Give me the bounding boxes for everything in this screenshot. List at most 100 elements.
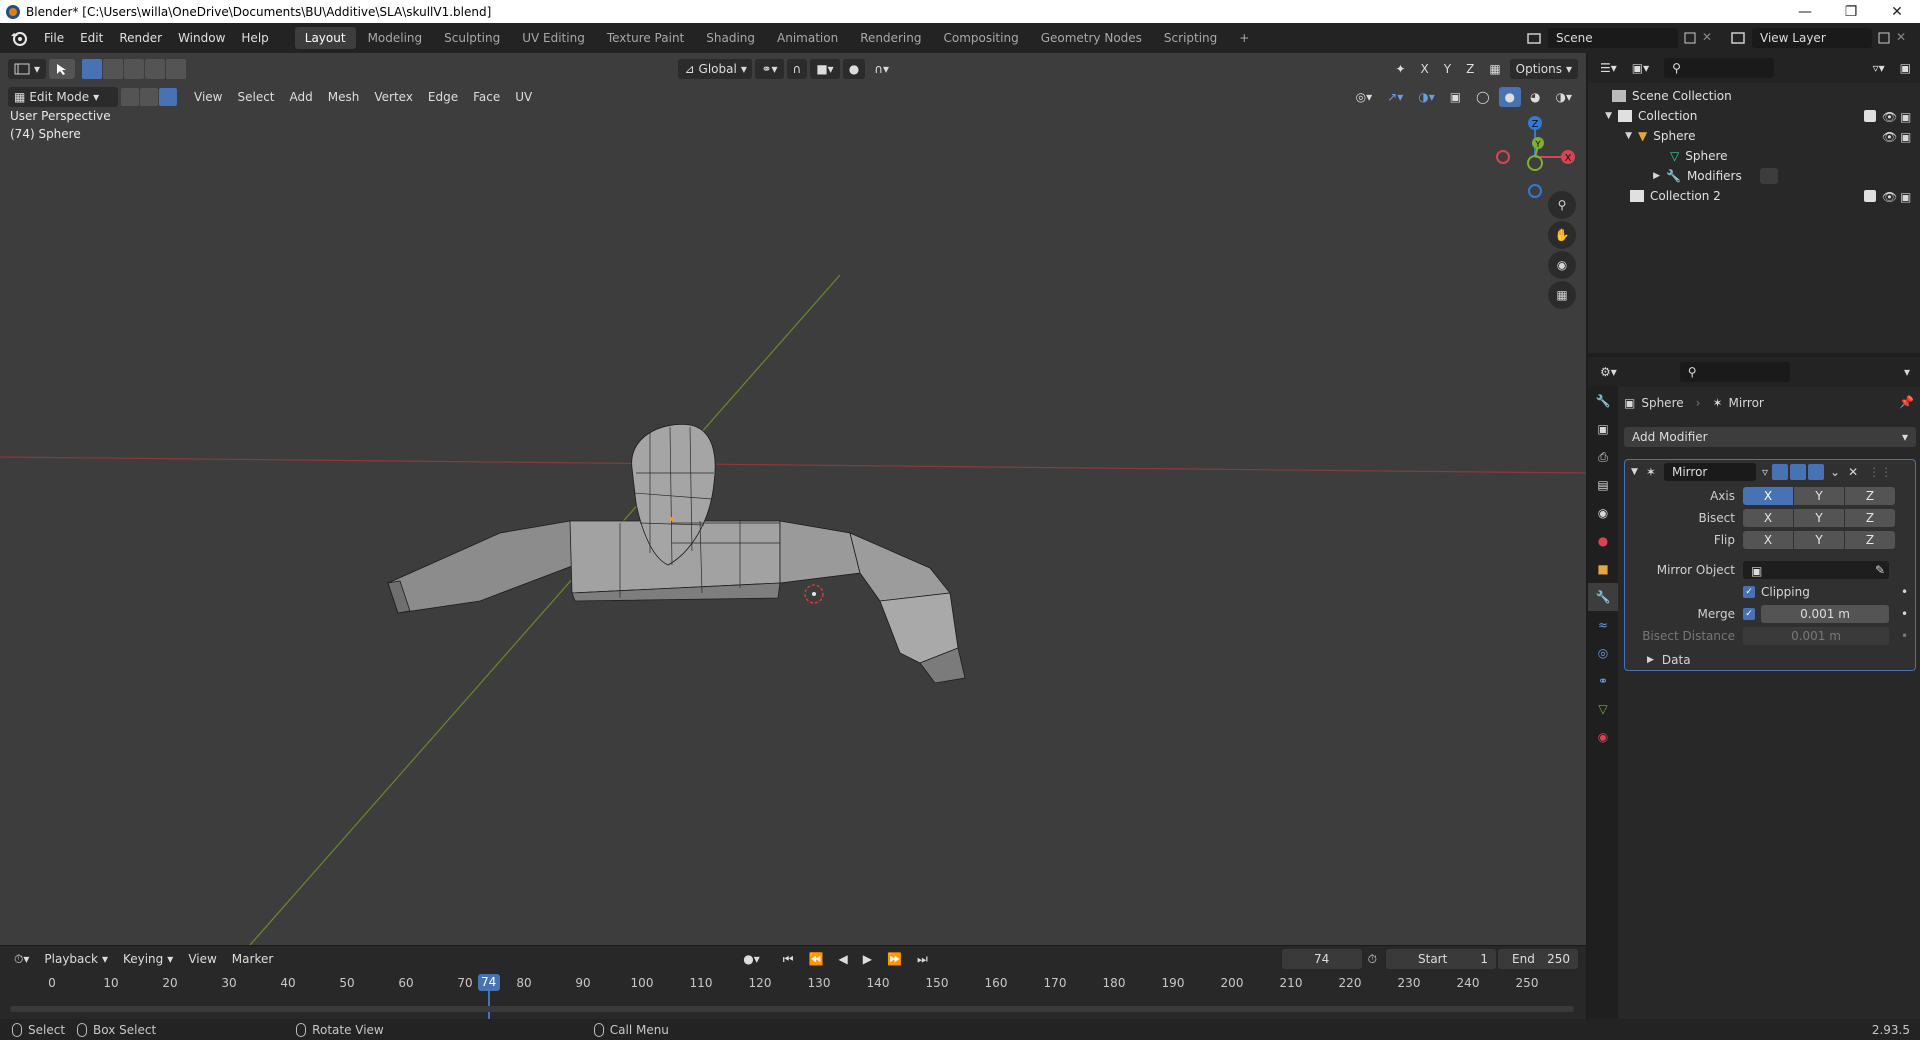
expand-modifiers-icon[interactable]: ▶ bbox=[1588, 171, 1660, 181]
timeline-editor-type-icon[interactable]: ⏱▾ bbox=[8, 949, 35, 969]
physics-tab-icon[interactable]: ◎ bbox=[1588, 639, 1618, 667]
merge-anim-dot[interactable]: • bbox=[1901, 607, 1908, 621]
menu-marker[interactable]: Marker bbox=[226, 949, 279, 969]
collection-2-include-checkbox[interactable] bbox=[1864, 190, 1876, 202]
restore-button[interactable]: ❐ bbox=[1828, 0, 1874, 23]
remove-view-layer-icon[interactable]: ✕ bbox=[1896, 30, 1912, 46]
data-tab-icon[interactable]: ▽ bbox=[1588, 695, 1618, 723]
frame-ruler[interactable]: 0 10 20 30 40 50 60 70 80 90 100 110 120 130 140 150 160… bbox=[0, 972, 1586, 1021]
menu-uv[interactable]: UV bbox=[509, 87, 538, 107]
modifier-tab-icon[interactable]: 🔧 bbox=[1588, 583, 1618, 611]
sphere-camera-icon[interactable]: ▣ bbox=[1900, 130, 1912, 144]
scene-selector[interactable]: Scene bbox=[1548, 28, 1678, 48]
scene-tab-icon[interactable]: ◉ bbox=[1588, 499, 1618, 527]
bisect-x-toggle[interactable]: X bbox=[1743, 509, 1793, 527]
object-tab-icon[interactable]: ■ bbox=[1588, 555, 1618, 583]
menu-mesh[interactable]: Mesh bbox=[322, 87, 366, 107]
menu-add[interactable]: Add bbox=[284, 87, 319, 107]
xray-toggle-icon[interactable]: ▣ bbox=[1444, 87, 1467, 107]
tool-tab-icon[interactable]: 🔧 bbox=[1588, 387, 1618, 415]
outliner-filter-icon[interactable]: ▿▾ bbox=[1867, 58, 1891, 78]
tree-sphere-mesh[interactable]: ▽ Sphere bbox=[1588, 146, 1920, 166]
merge-checkbox[interactable]: ✓ bbox=[1743, 608, 1755, 620]
bisect-z-toggle[interactable]: Z bbox=[1845, 509, 1895, 527]
select-tool-icon[interactable] bbox=[49, 59, 76, 79]
menu-view[interactable]: View bbox=[188, 87, 228, 107]
jump-start-icon[interactable]: ⏮ bbox=[777, 949, 800, 969]
mirror-axis-icon[interactable]: ✦ bbox=[1389, 59, 1411, 79]
menu-playback[interactable]: Playback ▾ bbox=[38, 949, 114, 969]
solid-shading-icon[interactable]: ● bbox=[1498, 87, 1522, 107]
material-tab-icon[interactable]: ◉ bbox=[1588, 723, 1618, 751]
view-layer-selector[interactable]: View Layer bbox=[1752, 28, 1872, 48]
select-new-icon[interactable] bbox=[82, 59, 103, 79]
scene-icon[interactable] bbox=[1526, 30, 1542, 46]
menu-render[interactable]: Render bbox=[111, 27, 170, 49]
new-view-layer-icon[interactable] bbox=[1876, 30, 1892, 46]
view-layer-tab-icon[interactable]: ▤ bbox=[1588, 471, 1618, 499]
expand-data-icon[interactable]: ▶ bbox=[1647, 655, 1654, 665]
select-subtract-icon[interactable] bbox=[124, 59, 145, 79]
minimize-button[interactable]: — bbox=[1782, 0, 1828, 23]
render-tab-icon[interactable]: ▣ bbox=[1588, 415, 1618, 443]
playhead-frame-label[interactable]: 74 bbox=[477, 974, 500, 991]
camera-view-icon[interactable]: ◉ bbox=[1548, 251, 1576, 279]
overlay-toggle-icon[interactable]: ◑▾ bbox=[1412, 87, 1441, 107]
menu-edge[interactable]: Edge bbox=[422, 87, 464, 107]
remove-scene-icon[interactable]: ✕ bbox=[1702, 30, 1718, 46]
collection-2-camera-icon[interactable]: ▣ bbox=[1900, 190, 1912, 204]
sphere-eye-icon[interactable]: 👁 bbox=[1882, 130, 1897, 144]
edit-mode-cage-icon[interactable]: ▿ bbox=[1762, 465, 1768, 479]
close-window-button[interactable]: ✕ bbox=[1874, 0, 1920, 23]
menu-vertex[interactable]: Vertex bbox=[368, 87, 419, 107]
new-collection-icon[interactable]: ▣ bbox=[1894, 58, 1917, 78]
new-scene-icon[interactable] bbox=[1682, 30, 1698, 46]
menu-edit[interactable]: Edit bbox=[72, 27, 111, 49]
add-workspace-icon[interactable]: + bbox=[1229, 27, 1259, 49]
viewport-toggle-icon[interactable] bbox=[1790, 464, 1807, 480]
axis-x-toggle[interactable]: X bbox=[1743, 487, 1793, 505]
tab-geometry-nodes[interactable]: Geometry Nodes bbox=[1031, 27, 1152, 49]
tab-sculpting[interactable]: Sculpting bbox=[434, 27, 510, 49]
outliner-editor-type-icon[interactable]: ☰▾ bbox=[1594, 58, 1623, 78]
end-frame-field[interactable]: End 250 bbox=[1498, 949, 1578, 969]
tab-shading[interactable]: Shading bbox=[696, 27, 765, 49]
mirror-y-toggle[interactable]: Y bbox=[1438, 59, 1457, 79]
tab-uv-editing[interactable]: UV Editing bbox=[512, 27, 595, 49]
tab-scripting[interactable]: Scripting bbox=[1154, 27, 1227, 49]
flip-y-toggle[interactable]: Y bbox=[1794, 531, 1844, 549]
tree-collection[interactable]: ▼ Collection 👁 ▣ bbox=[1588, 106, 1920, 126]
editor-type-button[interactable]: ▾ bbox=[8, 59, 47, 79]
view-layer-icon[interactable] bbox=[1730, 30, 1746, 46]
tab-rendering[interactable]: Rendering bbox=[850, 27, 931, 49]
menu-select[interactable]: Select bbox=[231, 87, 280, 107]
transform-orientation-dropdown[interactable]: ⊿ Global ▾ bbox=[678, 59, 753, 79]
properties-panel[interactable]: ⚙▾ ⚲ ▾ 🔧 ▣ ⎙ ▤ ◉ ● ■ 🔧 ≈ ◎ ⚭ ▽ ◉ ▣ Spher… bbox=[1588, 357, 1920, 1019]
mirror-object-field[interactable]: ▣ bbox=[1743, 561, 1889, 579]
viewport-canvas[interactable] bbox=[0, 53, 1586, 945]
select-intersect-icon[interactable] bbox=[166, 59, 187, 79]
3d-viewport[interactable]: ▾ ⊿ Global ▾ ⚭▾ ∩ ■▾ ● ∩▾ ✦ X Y Z ▦ Option… bbox=[0, 53, 1586, 945]
menu-file[interactable]: File bbox=[36, 27, 72, 49]
properties-options-icon[interactable]: ▾ bbox=[1904, 365, 1910, 379]
tree-modifiers[interactable]: ▶ 🔧 Modifiers bbox=[1588, 166, 1920, 186]
merge-distance-input[interactable]: 0.001 m bbox=[1761, 605, 1889, 623]
jump-keyframe-forward-icon[interactable]: ⏩ bbox=[881, 949, 908, 969]
modifier-name-input[interactable]: Mirror bbox=[1663, 463, 1756, 481]
select-invert-icon[interactable] bbox=[145, 59, 166, 79]
snap-element-icon[interactable]: ■▾ bbox=[810, 59, 840, 79]
outliner-panel[interactable]: ☰▾ ▣▾ ⚲ ▿▾ ▣ Scene Collection ▼ Collecti… bbox=[1588, 53, 1920, 353]
collection-camera-icon[interactable]: ▣ bbox=[1900, 110, 1912, 124]
play-icon[interactable]: ▶ bbox=[857, 949, 878, 969]
properties-editor-type-icon[interactable]: ⚙▾ bbox=[1594, 362, 1623, 382]
tree-scene-collection[interactable]: Scene Collection bbox=[1588, 86, 1920, 106]
play-reverse-icon[interactable]: ◀ bbox=[833, 949, 854, 969]
clipping-checkbox[interactable]: ✓ bbox=[1743, 586, 1755, 598]
edge-select-icon[interactable] bbox=[140, 88, 158, 106]
outliner-search-input[interactable]: ⚲ bbox=[1664, 58, 1775, 78]
options-dropdown[interactable]: Options ▾ bbox=[1509, 59, 1579, 79]
current-frame-field[interactable]: 74 bbox=[1281, 949, 1362, 969]
collapse-modifier-icon[interactable]: ▼ bbox=[1631, 467, 1638, 477]
collection-2-eye-icon[interactable]: 👁 bbox=[1882, 190, 1897, 204]
properties-search-input[interactable]: ⚲ bbox=[1679, 362, 1790, 382]
